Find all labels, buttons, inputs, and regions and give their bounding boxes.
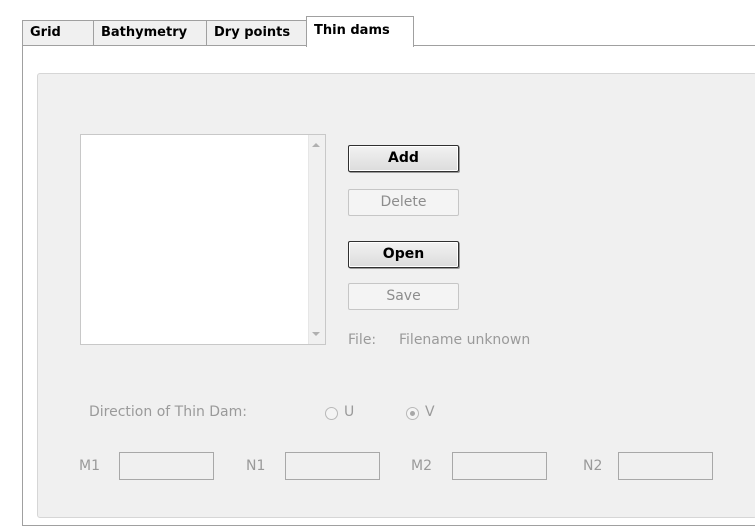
chevron-up-icon[interactable] bbox=[312, 143, 320, 147]
tab-thin-dams[interactable]: Thin dams bbox=[306, 16, 414, 47]
m2-label: M2 bbox=[411, 458, 432, 474]
open-button[interactable]: Open bbox=[348, 241, 459, 268]
direction-u-radio[interactable] bbox=[325, 407, 338, 420]
tab-dry-points[interactable]: Dry points bbox=[206, 20, 307, 46]
save-button[interactable]: Save bbox=[348, 283, 459, 310]
n1-label: N1 bbox=[246, 458, 266, 474]
direction-u-label[interactable]: U bbox=[344, 404, 354, 420]
list-scrollbar[interactable] bbox=[308, 135, 325, 344]
m1-field[interactable] bbox=[119, 452, 214, 480]
direction-v-label[interactable]: V bbox=[425, 404, 435, 420]
n2-label: N2 bbox=[583, 458, 603, 474]
direction-label: Direction of Thin Dam: bbox=[89, 404, 247, 420]
delete-button[interactable]: Delete bbox=[348, 189, 459, 216]
n2-field[interactable] bbox=[618, 452, 713, 480]
tab-bathymetry[interactable]: Bathymetry bbox=[93, 20, 207, 46]
thin-dams-list[interactable] bbox=[80, 134, 326, 345]
add-button[interactable]: Add bbox=[348, 145, 459, 172]
file-name: Filename unknown bbox=[399, 332, 531, 348]
radio-selected-dot bbox=[410, 411, 415, 416]
tab-grid[interactable]: Grid bbox=[22, 20, 94, 46]
file-label: File: bbox=[348, 332, 377, 348]
m1-label: M1 bbox=[79, 458, 100, 474]
n1-field[interactable] bbox=[285, 452, 380, 480]
direction-v-radio[interactable] bbox=[406, 407, 419, 420]
m2-field[interactable] bbox=[452, 452, 547, 480]
chevron-down-icon[interactable] bbox=[312, 332, 320, 336]
